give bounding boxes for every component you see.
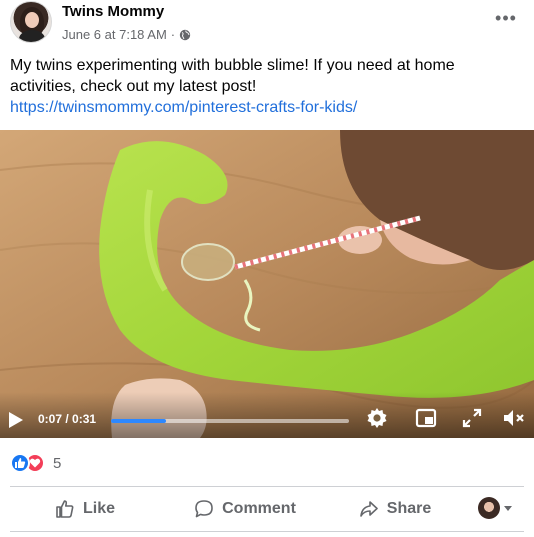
post-link[interactable]: https://twinsmommy.com/pinterest-crafts-… [10, 97, 520, 118]
comment-icon [195, 500, 213, 518]
author-name[interactable]: Twins Mommy [62, 3, 164, 20]
post-actions: Like Comment Share [10, 490, 524, 528]
post-header: Twins Mommy June 6 at 7:18 AM · ••• [0, 0, 534, 50]
thumbs-up-icon [56, 500, 74, 518]
picture-in-picture-icon[interactable] [414, 406, 438, 430]
comment-label: Comment [222, 500, 296, 517]
avatar-body [19, 30, 45, 42]
reaction-count[interactable]: 5 [53, 455, 61, 472]
video-time: 0:07 / 0:31 [38, 412, 97, 426]
like-button[interactable]: Like [10, 491, 160, 527]
globe-icon[interactable] [179, 29, 191, 41]
divider-bottom [10, 531, 524, 532]
video-player[interactable]: 0:07 / 0:31 [0, 130, 534, 438]
reaction-profile-selector[interactable] [478, 497, 512, 519]
more-options-icon[interactable]: ••• [494, 9, 518, 30]
like-reaction-icon [10, 453, 30, 473]
post-timestamp[interactable]: June 6 at 7:18 AM [62, 27, 167, 42]
meta-separator: · [170, 27, 176, 42]
post-meta: June 6 at 7:18 AM · [62, 27, 191, 42]
settings-icon[interactable] [365, 406, 389, 430]
share-label: Share [386, 500, 432, 517]
video-controls: 0:07 / 0:31 [0, 392, 534, 438]
post-text: My twins experimenting with bubble slime… [10, 55, 520, 118]
mute-icon[interactable] [502, 406, 526, 430]
author-avatar[interactable] [10, 1, 52, 43]
fullscreen-icon[interactable] [460, 406, 484, 430]
post-message: My twins experimenting with bubble slime… [10, 57, 455, 95]
divider-top [10, 486, 524, 487]
reactions-summary[interactable]: 5 [10, 452, 61, 474]
comment-button[interactable]: Comment [160, 491, 330, 527]
play-icon[interactable] [8, 411, 24, 429]
profile-avatar [478, 497, 500, 519]
share-icon [359, 501, 378, 517]
video-progress-bar[interactable] [111, 419, 349, 423]
avatar-face [25, 12, 39, 28]
chevron-down-icon [504, 505, 512, 511]
share-button[interactable]: Share [330, 491, 460, 527]
video-progress-fill [111, 419, 166, 423]
like-label: Like [82, 500, 115, 517]
